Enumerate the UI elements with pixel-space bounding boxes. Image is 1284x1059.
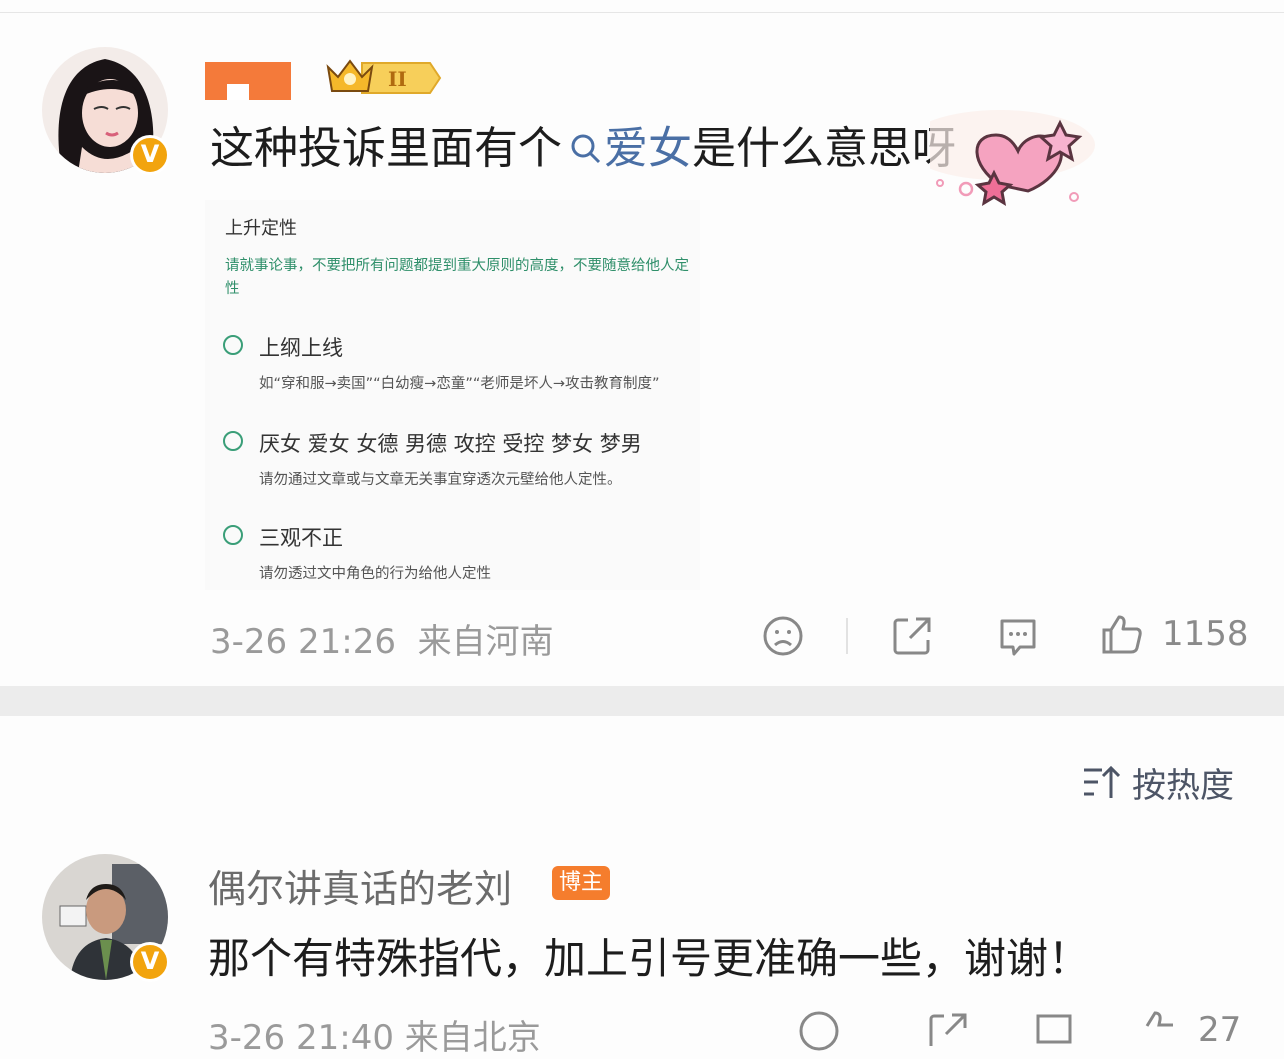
comment-reply-button[interactable]	[1032, 1010, 1076, 1058]
post-text: 这种投诉里面有个 爱女是什么意思呀	[210, 120, 956, 180]
report-option-desc: 请勿通过文章或与文章无关事宜穿透次元壁给他人定性。	[259, 472, 622, 488]
report-hint: 请就事论事，不要把所有问题都提到重大原则的高度，不要随意给他人定性	[225, 258, 689, 297]
thumbs-up-icon	[1102, 615, 1142, 654]
dislike-face-icon	[763, 616, 803, 656]
comment-text: 那个有特殊指代，加上引号更准确一些，谢谢！	[208, 934, 1091, 983]
like-count: 1158	[1162, 614, 1249, 654]
topic-link[interactable]: 爱女	[604, 123, 692, 174]
host-badge: 博主	[552, 866, 610, 900]
report-option-desc: 如“穿和服→卖国”“白幼瘦→恋童”“老师是坏人→攻击教育制度”	[259, 376, 660, 392]
like-button[interactable]	[1100, 612, 1144, 660]
share-icon	[929, 1013, 967, 1046]
comment-like-count: 27	[1198, 1010, 1242, 1050]
sort-label: 按热度	[1132, 765, 1234, 806]
share-icon	[893, 617, 931, 655]
sort-icon	[1084, 765, 1120, 798]
thumbs-up-icon	[1145, 1011, 1173, 1027]
radio-circle-icon	[223, 431, 243, 451]
embedded-report-screenshot[interactable]: 上升定性 请就事论事，不要把所有问题都提到重大原则的高度，不要随意给他人定性 上…	[205, 200, 700, 590]
report-section-title: 上升定性	[225, 218, 297, 239]
comment-meta: 3-26 21:40 来自北京	[208, 1018, 541, 1058]
report-option-label: 厌女 爱女 女德 男德 攻控 受控 梦女 梦男	[259, 432, 642, 456]
radio-circle-icon	[223, 525, 243, 545]
top-divider	[0, 12, 1284, 13]
comment-like-button[interactable]	[1136, 1008, 1180, 1056]
post-author-name-redacted[interactable]	[205, 62, 291, 100]
member-level-text: II	[388, 67, 407, 91]
report-option-desc: 请勿透过文中角色的行为给他人定性	[259, 566, 491, 582]
post-time: 3-26 21:26	[210, 622, 396, 662]
radio-circle-icon	[223, 335, 243, 355]
dislike-face-icon	[799, 1011, 839, 1051]
member-crown-badge-icon: II	[326, 59, 442, 94]
section-separator	[0, 686, 1284, 716]
post-text-after: 是什么意思呀	[692, 123, 956, 174]
verified-v-icon: V	[130, 135, 170, 175]
post-meta: 3-26 21:26 来自河南	[210, 614, 554, 663]
sort-by-hot-button[interactable]: 按热度	[1082, 760, 1234, 806]
post-author-avatar[interactable]: V	[42, 47, 170, 175]
comment-icon	[1036, 1014, 1072, 1044]
comment-icon	[1000, 619, 1036, 656]
action-divider	[846, 618, 848, 654]
comment-share-button[interactable]	[926, 1010, 970, 1058]
comment-author-avatar[interactable]: V	[42, 854, 170, 982]
share-button[interactable]	[890, 614, 934, 662]
report-option-label: 三观不正	[259, 526, 343, 550]
post-text-before: 这种投诉里面有个	[210, 123, 562, 174]
search-icon	[570, 122, 602, 180]
heart-star-sticker-icon	[930, 110, 1095, 206]
comment-button[interactable]	[996, 615, 1040, 663]
post-source: 来自河南	[417, 622, 554, 662]
verified-v-icon: V	[130, 942, 170, 982]
comment-dislike-button[interactable]	[798, 1010, 840, 1056]
dislike-button[interactable]	[762, 615, 804, 661]
comment-author-name[interactable]: 偶尔讲真话的老刘	[208, 858, 512, 913]
report-option-label: 上纲上线	[259, 336, 343, 360]
